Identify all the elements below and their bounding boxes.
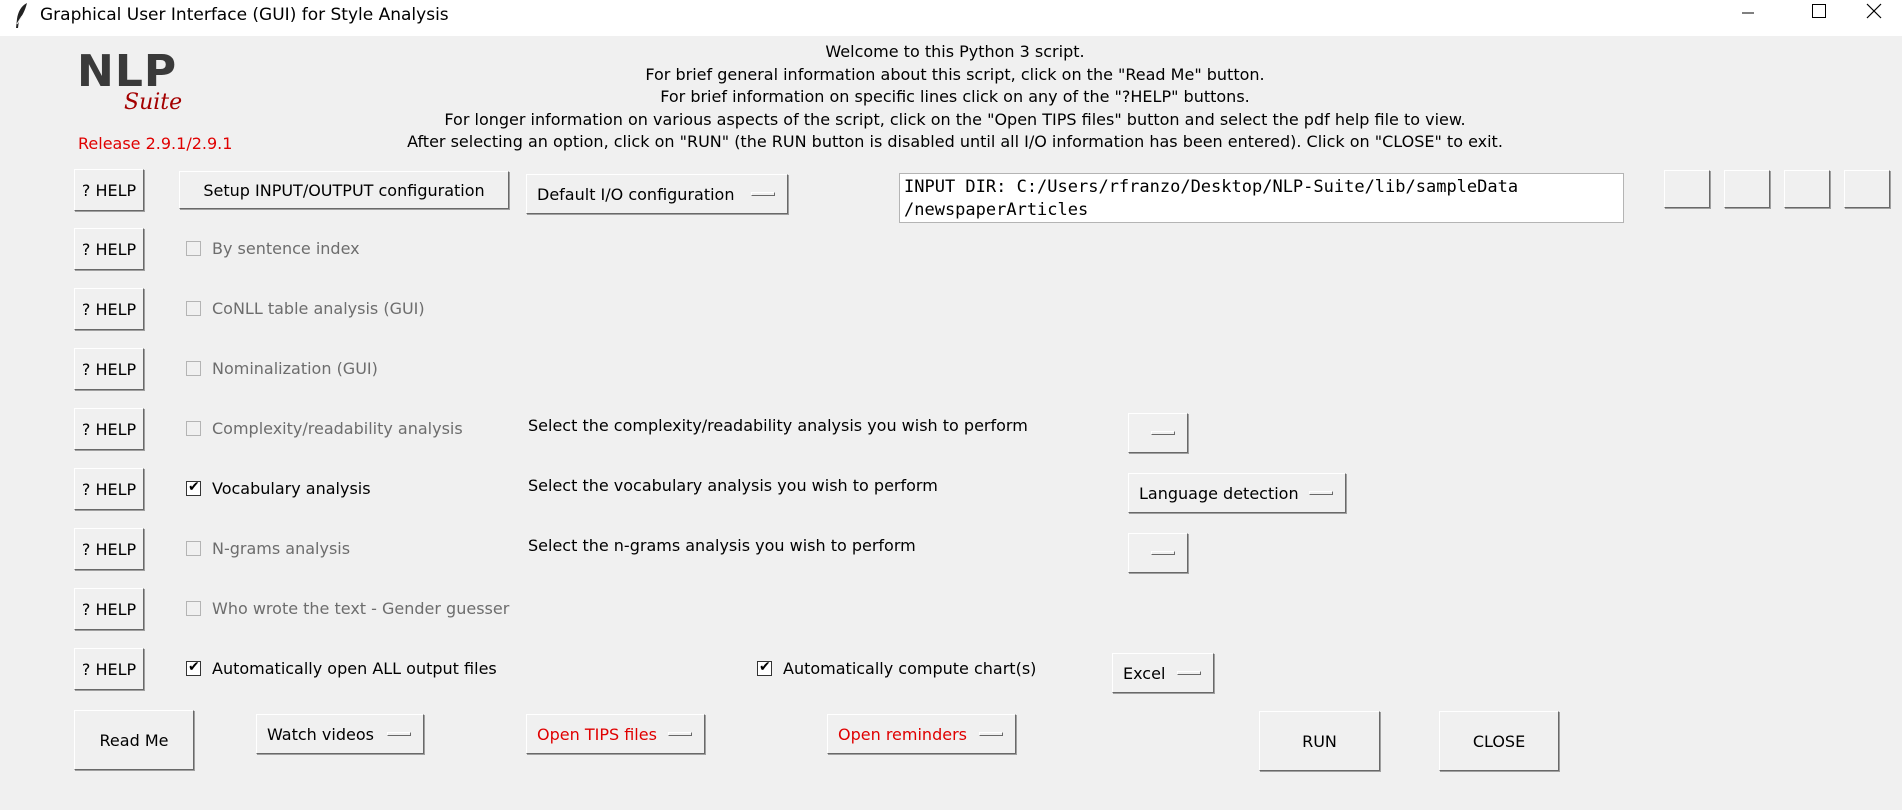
vocabulary-label: Vocabulary analysis: [212, 479, 371, 498]
open-reminders-select[interactable]: Open reminders: [827, 714, 1016, 754]
welcome-text: Welcome to this Python 3 script. For bri…: [340, 41, 1570, 154]
complexity-prompt: Select the complexity/readability analys…: [528, 416, 1028, 435]
help-button-sentence-index[interactable]: ? HELP: [74, 228, 144, 270]
run-button[interactable]: RUN: [1259, 711, 1380, 771]
sentence-index-checkbox[interactable]: By sentence index: [186, 239, 360, 258]
complexity-label: Complexity/readability analysis: [212, 419, 463, 438]
conll-label: CoNLL table analysis (GUI): [212, 299, 425, 318]
gender-label: Who wrote the text - Gender guesser: [212, 599, 510, 618]
welcome-line: Welcome to this Python 3 script.: [825, 42, 1085, 61]
nominalization-label: Nominalization (GUI): [212, 359, 378, 378]
dropdown-indicator-icon: [979, 732, 1003, 736]
welcome-line: After selecting an option, click on "RUN…: [407, 132, 1503, 151]
io-extra-button-1[interactable]: [1664, 170, 1710, 208]
gender-checkbox[interactable]: Who wrote the text - Gender guesser: [186, 599, 509, 618]
dropdown-indicator-icon: [1177, 671, 1201, 675]
help-button-gender[interactable]: ? HELP: [74, 588, 144, 630]
welcome-line: For brief information on specific lines …: [660, 87, 1250, 106]
vocabulary-checkbox[interactable]: ✔ Vocabulary analysis: [186, 479, 371, 498]
sentence-index-label: By sentence index: [212, 239, 360, 258]
minimize-button[interactable]: [1720, 0, 1776, 26]
dropdown-indicator-icon: [668, 732, 692, 736]
help-button-conll[interactable]: ? HELP: [74, 288, 144, 330]
logo-suite: Suite: [124, 90, 183, 115]
vocabulary-select[interactable]: Language detection: [1128, 473, 1346, 513]
checkmark-icon: ✔: [188, 479, 200, 495]
open-tips-select[interactable]: Open TIPS files: [526, 714, 705, 754]
maximize-icon: [1812, 4, 1826, 18]
ngrams-select[interactable]: [1128, 533, 1188, 573]
help-button-complexity[interactable]: ? HELP: [74, 408, 144, 450]
complexity-checkbox[interactable]: Complexity/readability analysis: [186, 419, 463, 438]
close-icon: [1866, 3, 1882, 19]
ngrams-label: N-grams analysis: [212, 539, 351, 558]
io-extra-button-2[interactable]: [1724, 170, 1770, 208]
setup-io-button[interactable]: Setup INPUT/OUTPUT configuration: [179, 171, 509, 209]
chart-package-select[interactable]: Excel: [1112, 653, 1214, 693]
watch-videos-label: Watch videos: [267, 724, 374, 744]
compute-charts-checkbox[interactable]: ✔ Automatically compute chart(s): [757, 659, 1036, 678]
dropdown-indicator-icon: [1151, 431, 1175, 435]
compute-charts-label: Automatically compute chart(s): [783, 659, 1037, 678]
checkmark-icon: ✔: [759, 659, 771, 675]
welcome-line: For brief general information about this…: [645, 64, 1265, 84]
help-button-ngrams[interactable]: ? HELP: [74, 528, 144, 570]
vocabulary-select-value: Language detection: [1139, 483, 1299, 503]
dropdown-indicator-icon: [1309, 491, 1333, 495]
nominalization-checkbox[interactable]: Nominalization (GUI): [186, 359, 378, 378]
dropdown-indicator-icon: [387, 732, 411, 736]
close-window-button[interactable]: [1846, 0, 1902, 26]
chart-package-value: Excel: [1123, 663, 1166, 683]
io-extra-button-4[interactable]: [1844, 170, 1890, 208]
open-output-checkbox[interactable]: ✔ Automatically open ALL output files: [186, 659, 497, 678]
help-button-nominalization[interactable]: ? HELP: [74, 348, 144, 390]
dropdown-indicator-icon: [1151, 551, 1175, 555]
open-tips-label: Open TIPS files: [537, 724, 657, 744]
minimize-icon: [1742, 12, 1754, 14]
title-bar: Graphical User Interface (GUI) for Style…: [0, 0, 1902, 36]
read-me-button[interactable]: Read Me: [74, 710, 194, 770]
watch-videos-select[interactable]: Watch videos: [256, 714, 424, 754]
help-button-vocabulary[interactable]: ? HELP: [74, 468, 144, 510]
close-button[interactable]: CLOSE: [1439, 711, 1559, 771]
vocabulary-prompt: Select the vocabulary analysis you wish …: [528, 476, 938, 495]
ngrams-checkbox[interactable]: N-grams analysis: [186, 539, 350, 558]
ngrams-prompt: Select the n-grams analysis you wish to …: [528, 536, 916, 555]
io-config-value: Default I/O configuration: [537, 184, 735, 204]
maximize-button[interactable]: [1790, 0, 1846, 26]
dropdown-indicator-icon: [751, 192, 775, 196]
help-button-output[interactable]: ? HELP: [74, 648, 144, 690]
input-dir-display: INPUT DIR: C:/Users/rfranzo/Desktop/NLP-…: [899, 173, 1624, 223]
open-output-label: Automatically open ALL output files: [212, 659, 497, 678]
window-title: Graphical User Interface (GUI) for Style…: [40, 5, 449, 25]
feather-icon: [16, 3, 27, 28]
welcome-line: For longer information on various aspect…: [444, 109, 1466, 129]
io-config-select[interactable]: Default I/O configuration: [526, 174, 788, 214]
io-extra-button-3[interactable]: [1784, 170, 1830, 208]
complexity-select[interactable]: [1128, 413, 1188, 453]
open-reminders-label: Open reminders: [838, 724, 967, 744]
release-label: Release 2.9.1/2.9.1: [78, 134, 233, 153]
checkmark-icon: ✔: [188, 659, 200, 675]
logo-nlp: NLP: [77, 46, 178, 97]
help-button-io[interactable]: ? HELP: [74, 169, 144, 211]
conll-checkbox[interactable]: CoNLL table analysis (GUI): [186, 299, 425, 318]
